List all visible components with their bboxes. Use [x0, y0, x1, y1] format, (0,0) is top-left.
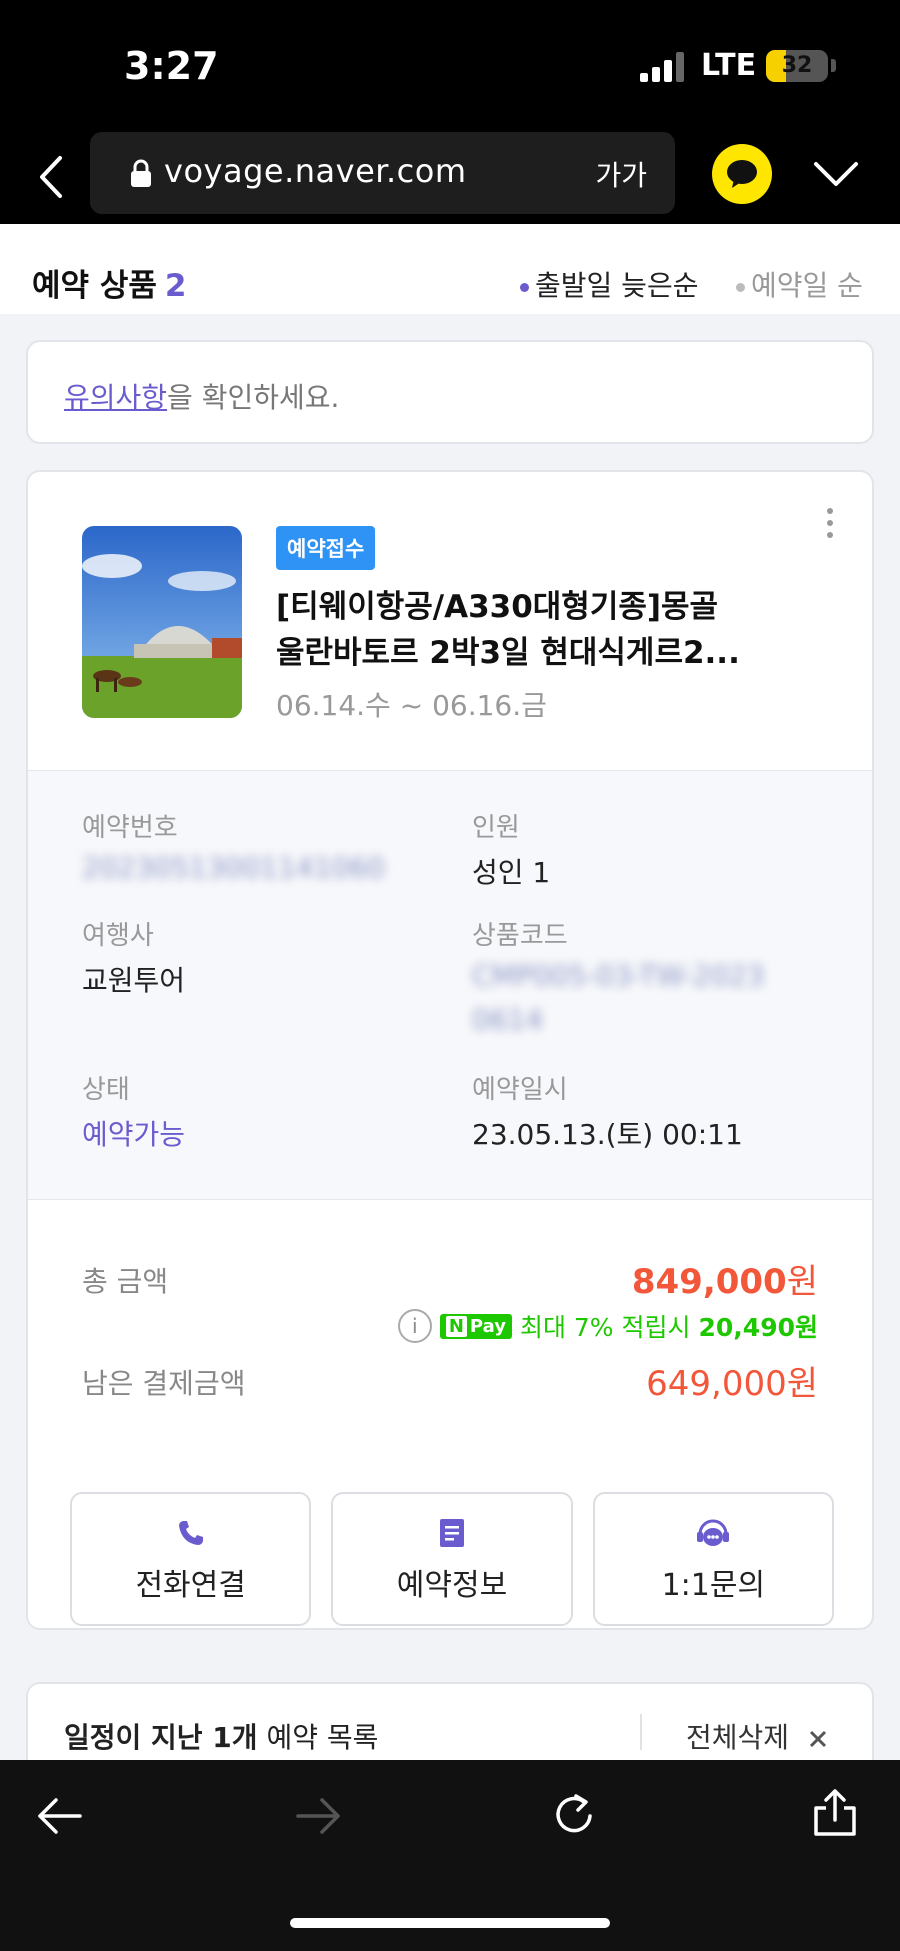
npay-n: N [445, 1315, 467, 1337]
status-value: 예약가능 [82, 1118, 186, 1151]
phone-icon [178, 1521, 203, 1545]
network-label: LTE [701, 48, 757, 83]
product-title-line2[interactable]: 울란바토르 2박3일 현대식게르2... [276, 630, 836, 676]
past-reservations-title[interactable]: 일정이 지난 1개 예약 목록 [64, 1716, 378, 1756]
past-reservations-bar[interactable]: 일정이 지난 1개 예약 목록 전체삭제 [26, 1682, 874, 1760]
close-icon[interactable] [808, 1729, 828, 1749]
remaining-amount: 649,000원 [646, 1364, 818, 1404]
agency-value: 교원투어 [82, 964, 186, 997]
divider [640, 1714, 642, 1750]
past-title-bold: 일정이 지난 1개 [64, 1721, 258, 1754]
travel-dates: 06.14.수 ~ 06.16.금 [276, 689, 547, 722]
section-header: 예약 상품 2 출발일 늦은순 예약일 순 [0, 224, 900, 314]
sort-departure-desc[interactable]: 출발일 늦은순 [520, 264, 698, 304]
status-badge: 예약접수 [276, 526, 376, 570]
share-icon[interactable] [812, 1788, 858, 1838]
info-icon[interactable]: i [397, 1309, 432, 1343]
npay-logo: N Pay [439, 1313, 512, 1339]
remaining-label: 남은 결제금액 [82, 1367, 246, 1400]
product-thumbnail[interactable] [82, 526, 242, 718]
total-amount-value: 849,000 [631, 1262, 787, 1302]
notice-text: 유의사항을 확인하세요. [64, 376, 339, 416]
call-button[interactable]: 전화연결 [70, 1492, 312, 1626]
action-buttons: 전화연결 예약정보 1:1문의 [70, 1492, 834, 1626]
call-label[interactable]: 전화연결 [72, 1560, 309, 1604]
browser-toolbar [0, 1760, 900, 1951]
chat-bubble-icon [727, 160, 757, 188]
active-dot-icon [520, 282, 529, 292]
reservation-details: 예약번호 20230513001141060 인원 성인 1 여행사 교원투어 … [28, 770, 872, 1200]
notice-link[interactable]: 유의사항 [64, 381, 167, 414]
reserved-at-value: 23.05.13.(토) 00:11 [472, 1118, 743, 1151]
battery-level: 32 [781, 53, 813, 78]
product-code-line2: 0614 [472, 1003, 544, 1036]
past-title-rest: 예약 목록 [257, 1721, 379, 1754]
back-arrow-icon[interactable] [36, 1796, 82, 1836]
document-icon [439, 1519, 464, 1547]
product-title-line1[interactable]: [티웨이항공/A330대형기종]몽골 [276, 589, 718, 625]
status-bar: 3:27 LTE 32 [0, 0, 900, 130]
kakaotalk-button[interactable] [712, 144, 772, 204]
url-text[interactable]: voyage.naver.com [164, 152, 466, 190]
npay-reward-row: i N Pay 최대 7% 적립시 20,490원 [397, 1308, 818, 1344]
section-title-text: 예약 상품 [32, 268, 157, 304]
battery-icon: 32 [766, 50, 828, 82]
inquiry-button[interactable]: 1:1문의 [592, 1492, 834, 1626]
npay-amount: 20,490원 [698, 1313, 818, 1342]
people-label: 인원 [472, 813, 520, 843]
landscape-image [82, 526, 242, 718]
total-amount: 849,000원 [632, 1254, 818, 1303]
chat-support-icon [697, 1519, 730, 1546]
status-label: 상태 [82, 1075, 130, 1105]
npay-pay: Pay [469, 1315, 506, 1337]
delete-all-label[interactable]: 전체삭제 [686, 1721, 789, 1754]
chevron-down-icon[interactable] [812, 154, 860, 194]
inquiry-label[interactable]: 1:1문의 [595, 1560, 832, 1604]
reservation-info-button[interactable]: 예약정보 [331, 1492, 573, 1626]
home-indicator[interactable] [290, 1918, 610, 1928]
section-title: 예약 상품 2 [32, 260, 186, 305]
text-size-button[interactable]: 가가 [595, 154, 647, 194]
inactive-dot-icon [736, 282, 745, 292]
page-content: 예약 상품 2 출발일 늦은순 예약일 순 유의사항을 확인하세요. 예약접수 … [0, 224, 900, 1760]
reserved-at-label: 예약일시 [472, 1075, 568, 1105]
people-value: 성인 1 [472, 856, 551, 889]
battery-tip [831, 59, 836, 72]
reservation-info-label[interactable]: 예약정보 [333, 1560, 570, 1604]
forward-arrow-icon[interactable] [296, 1796, 342, 1836]
delete-all-button[interactable]: 전체삭제 [686, 1716, 828, 1756]
sort-reservation-date[interactable]: 예약일 순 [736, 264, 863, 304]
reservation-card: 예약접수 [티웨이항공/A330대형기종]몽골 울란바토르 2박3일 현대식게르… [26, 470, 874, 1630]
reservation-number-value: 20230513001141060 [82, 851, 385, 884]
product-code-line1: CMP005-03-TW-2023 [472, 959, 765, 992]
notice-box: 유의사항을 확인하세요. [26, 340, 874, 444]
back-chevron-icon[interactable] [32, 150, 72, 204]
sort-label: 예약일 순 [751, 269, 863, 302]
total-label: 총 금액 [82, 1265, 169, 1298]
currency-label: 원 [786, 1262, 818, 1302]
agency-label: 여행사 [82, 921, 154, 951]
reload-icon[interactable] [552, 1792, 598, 1838]
sort-label: 출발일 늦은순 [535, 269, 699, 302]
status-time: 3:27 [124, 44, 219, 88]
product-code-label: 상품코드 [472, 921, 568, 951]
notice-suffix: 을 확인하세요. [167, 381, 340, 414]
product-title[interactable]: [티웨이항공/A330대형기종]몽골 울란바토르 2박3일 현대식게르2... [276, 584, 836, 676]
address-bar[interactable]: voyage.naver.com 가가 [90, 132, 675, 214]
lock-icon [131, 159, 151, 187]
npay-text: 최대 7% 적립시 [519, 1313, 691, 1342]
reservation-count: 2 [164, 268, 187, 304]
signal-icon [640, 52, 686, 82]
browser-bar: voyage.naver.com 가가 [0, 130, 900, 224]
reservation-number-label: 예약번호 [82, 813, 178, 843]
more-options-icon[interactable] [824, 508, 836, 548]
